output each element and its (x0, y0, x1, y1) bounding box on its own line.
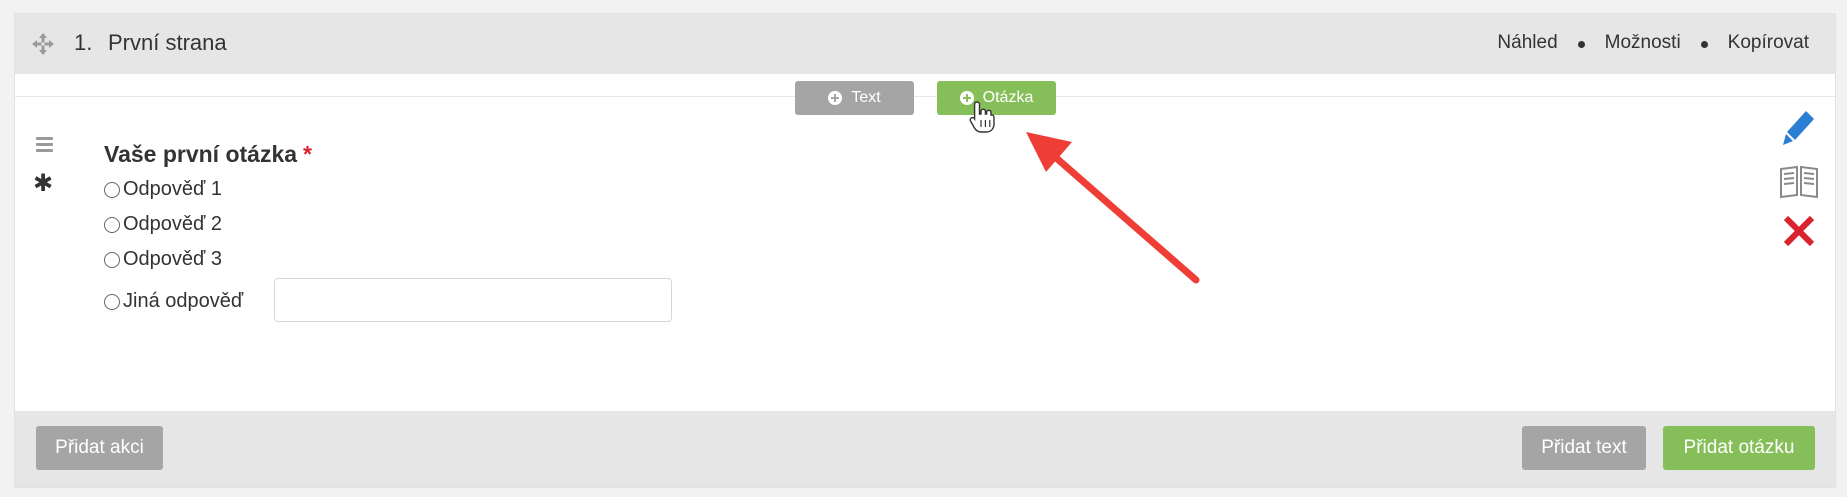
page-title[interactable]: První strana (108, 30, 227, 56)
insert-question-label: Otázka (982, 89, 1034, 106)
book-icon[interactable] (1779, 164, 1819, 200)
insert-text-label: Text (851, 89, 881, 106)
required-mark: * (303, 141, 312, 167)
plus-circle-icon (959, 91, 974, 105)
page-actions: Náhled Možnosti Kopírovat (1497, 32, 1809, 54)
page-number: 1. (74, 30, 93, 55)
insert-divider (15, 96, 1835, 97)
question-title-text: Vaše první otázka (104, 141, 298, 167)
other-answer-input[interactable] (274, 278, 672, 322)
hamburger-icon[interactable] (36, 137, 53, 152)
separator-dot (1577, 40, 1585, 48)
answer-option-label: Odpověď 2 (123, 213, 223, 235)
move-icon[interactable] (32, 33, 54, 55)
radio-button[interactable] (104, 251, 120, 268)
separator-dot (1700, 40, 1708, 48)
options-link[interactable]: Možnosti (1605, 32, 1681, 54)
other-answer-label: Jiná odpověď (123, 290, 244, 312)
insert-question-button[interactable]: Otázka (937, 81, 1056, 115)
page-footer: Přidat akci Přidat text Přidat otázku (15, 411, 1835, 487)
plus-circle-icon (828, 91, 843, 105)
preview-link[interactable]: Náhled (1497, 32, 1557, 54)
insert-text-button[interactable]: Text (795, 81, 914, 115)
add-text-button[interactable]: Přidat text (1522, 426, 1646, 470)
pencil-icon[interactable] (1780, 109, 1816, 149)
answer-option-label: Odpověď 1 (123, 178, 223, 200)
other-answer-option[interactable]: Jiná odpověď (104, 290, 243, 313)
copy-link[interactable]: Kopírovat (1728, 32, 1809, 54)
add-question-button[interactable]: Přidat otázku (1663, 426, 1815, 470)
survey-page: 1. První strana Náhled Možnosti Kopírova… (14, 13, 1836, 488)
answer-option[interactable]: Odpověď 1 (104, 178, 222, 201)
answer-option[interactable]: Odpověď 3 (104, 248, 222, 271)
answer-option[interactable]: Odpověď 2 (104, 213, 222, 236)
radio-button[interactable] (104, 293, 120, 310)
radio-button[interactable] (104, 181, 120, 198)
page-header: 1. První strana Náhled Možnosti Kopírova… (15, 14, 1835, 74)
radio-button[interactable] (104, 216, 120, 233)
question-title: Vaše první otázka * (104, 141, 312, 168)
close-icon[interactable] (1783, 215, 1815, 247)
asterisk-icon[interactable]: ✱ (33, 172, 53, 196)
add-action-button[interactable]: Přidat akci (36, 426, 163, 470)
answer-option-label: Odpověď 3 (123, 248, 223, 270)
